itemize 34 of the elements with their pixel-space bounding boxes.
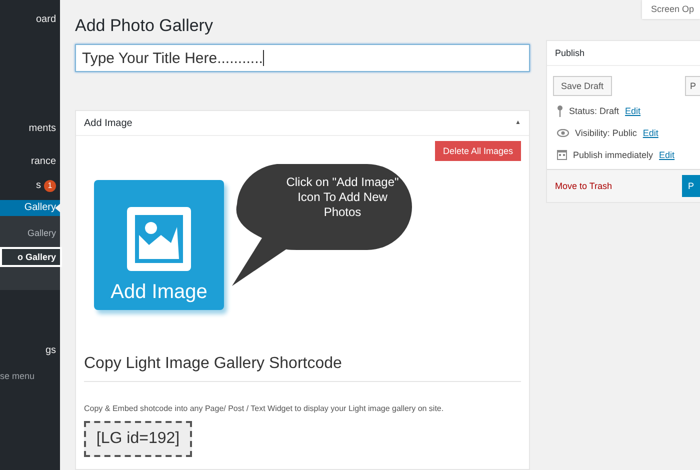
callout-text: Click on "Add Image" Icon To Add New Photos — [285, 175, 400, 220]
preview-button[interactable]: P — [684, 76, 700, 96]
publish-setting: Visibility: Public — [575, 128, 637, 138]
panel-title: Publish — [555, 48, 585, 58]
menu-item[interactable]: gs — [0, 343, 60, 359]
count-badge: 1 — [44, 180, 56, 192]
menu-item[interactable]: Gallery — [0, 200, 60, 216]
calendar-icon — [557, 149, 567, 160]
publish-setting: Status: Draft — [569, 106, 620, 116]
edit-link[interactable]: Edit — [625, 106, 641, 116]
collapse-menu-link[interactable]: se menu — [0, 368, 60, 384]
menu-item[interactable]: s 1 — [0, 178, 60, 194]
save-draft-button[interactable]: Save Draft — [553, 76, 612, 96]
publish-setting: Publish immediately — [573, 150, 654, 160]
submenu-item[interactable]: o Gallery — [0, 247, 62, 267]
page-title: Add Photo Gallery — [75, 16, 214, 36]
delete-all-images-button[interactable]: Delete All Images — [434, 141, 521, 161]
edit-link[interactable]: Edit — [659, 150, 675, 160]
publish-button[interactable]: P — [682, 175, 700, 197]
edit-link[interactable]: Edit — [642, 128, 658, 138]
section-heading: Copy Light Image Gallery Shortcode — [84, 355, 521, 382]
move-to-trash-link[interactable]: Move to Trash — [555, 181, 612, 191]
panel-title: Add Image — [84, 118, 132, 128]
submenu-item[interactable]: Gallery — [0, 225, 60, 241]
shortcode-field[interactable]: [LG id=192] — [84, 421, 192, 457]
menu-item[interactable]: rance — [0, 154, 60, 170]
menu-item[interactable]: oard — [0, 12, 60, 28]
screen-options-tab[interactable]: Screen Op — [642, 0, 700, 19]
title-field[interactable]: Type Your Title Here........... — [75, 44, 530, 72]
menu-item[interactable]: ments — [0, 121, 60, 137]
help-text: Copy & Embed shotcode into any Page/ Post / Text Widget to display your Light image gallery on site. — [84, 404, 445, 413]
image-icon — [127, 207, 191, 271]
pin-icon — [557, 105, 563, 117]
eye-icon — [557, 129, 569, 137]
